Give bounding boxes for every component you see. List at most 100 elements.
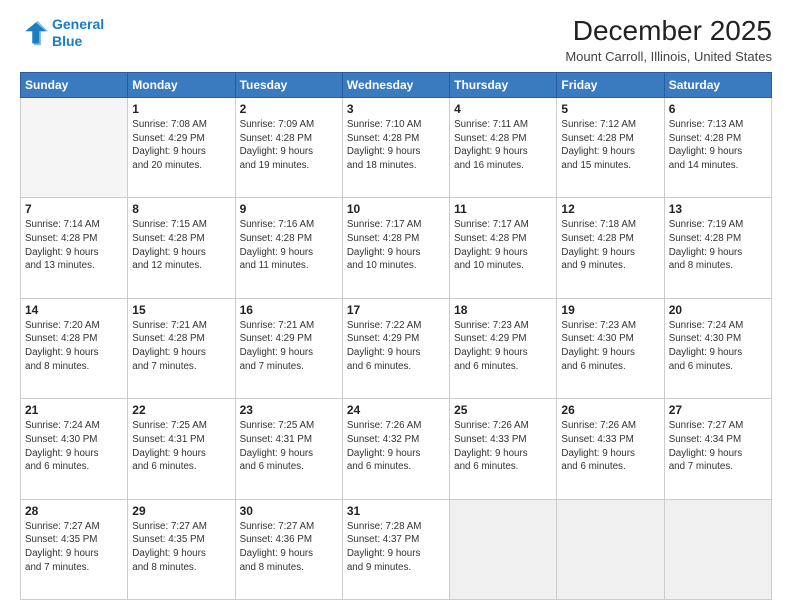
day-number: 30 bbox=[240, 504, 338, 518]
calendar-cell: 18Sunrise: 7:23 AMSunset: 4:29 PMDayligh… bbox=[450, 298, 557, 398]
calendar-cell: 7 Sunrise: 7:14 AMSunset: 4:28 PMDaylight… bbox=[21, 198, 128, 298]
week-row-2: 7 Sunrise: 7:14 AMSunset: 4:28 PMDaylight… bbox=[21, 198, 772, 298]
day-info: Sunrise: 7:17 AMSunset: 4:28 PMDaylight:… bbox=[454, 218, 552, 273]
calendar-cell: 31 Sunrise: 7:28 AMSunset: 4:37 PMDayligh… bbox=[342, 499, 449, 599]
main-title: December 2025 bbox=[565, 16, 772, 47]
calendar-cell: 5Sunrise: 7:12 AMSunset: 4:28 PMDaylight… bbox=[557, 97, 664, 197]
calendar-cell: 14 Sunrise: 7:20 AMSunset: 4:28 PMDayligh… bbox=[21, 298, 128, 398]
day-info: Sunrise: 7:27 AMSunset: 4:34 PMDaylight:… bbox=[669, 419, 767, 474]
calendar-cell: 25Sunrise: 7:26 AMSunset: 4:33 PMDayligh… bbox=[450, 399, 557, 499]
day-info: Sunrise: 7:17 AMSunset: 4:28 PMDaylight:… bbox=[347, 218, 445, 273]
day-info: Sunrise: 7:23 AMSunset: 4:30 PMDaylight:… bbox=[561, 319, 659, 374]
calendar-cell: 6Sunrise: 7:13 AMSunset: 4:28 PMDaylight… bbox=[664, 97, 771, 197]
calendar-cell: 11 Sunrise: 7:17 AMSunset: 4:28 PMDayligh… bbox=[450, 198, 557, 298]
day-info: Sunrise: 7:27 AMSunset: 4:36 PMDaylight:… bbox=[240, 520, 338, 575]
day-number: 25 bbox=[454, 403, 552, 417]
col-tuesday: Tuesday bbox=[235, 72, 342, 97]
calendar-cell: 1 Sunrise: 7:08 AMSunset: 4:29 PMDaylight… bbox=[128, 97, 235, 197]
day-info: Sunrise: 7:25 AMSunset: 4:31 PMDaylight:… bbox=[240, 419, 338, 474]
day-info: Sunrise: 7:21 AMSunset: 4:28 PMDaylight:… bbox=[132, 319, 230, 374]
logo-text: General Blue bbox=[52, 16, 104, 50]
calendar-cell: 2Sunrise: 7:09 AMSunset: 4:28 PMDaylight… bbox=[235, 97, 342, 197]
calendar-cell: 15Sunrise: 7:21 AMSunset: 4:28 PMDayligh… bbox=[128, 298, 235, 398]
day-info: Sunrise: 7:27 AMSunset: 4:35 PMDaylight:… bbox=[132, 520, 230, 575]
day-number: 2 bbox=[240, 102, 338, 116]
day-info: Sunrise: 7:15 AMSunset: 4:28 PMDaylight:… bbox=[132, 218, 230, 273]
day-number: 23 bbox=[240, 403, 338, 417]
calendar-cell: 23 Sunrise: 7:25 AMSunset: 4:31 PMDayligh… bbox=[235, 399, 342, 499]
page: General Blue December 2025 Mount Carroll… bbox=[0, 0, 792, 612]
calendar-table: Sunday Monday Tuesday Wednesday Thursday… bbox=[20, 72, 772, 600]
calendar-cell: 13Sunrise: 7:19 AMSunset: 4:28 PMDayligh… bbox=[664, 198, 771, 298]
day-number: 24 bbox=[347, 403, 445, 417]
day-info: Sunrise: 7:27 AMSunset: 4:35 PMDaylight:… bbox=[25, 520, 123, 575]
day-info: Sunrise: 7:20 AMSunset: 4:28 PMDaylight:… bbox=[25, 319, 123, 374]
day-info: Sunrise: 7:26 AMSunset: 4:32 PMDaylight:… bbox=[347, 419, 445, 474]
day-info: Sunrise: 7:16 AMSunset: 4:28 PMDaylight:… bbox=[240, 218, 338, 273]
day-number: 10 bbox=[347, 202, 445, 216]
week-row-4: 21 Sunrise: 7:24 AMSunset: 4:30 PMDayligh… bbox=[21, 399, 772, 499]
day-number: 3 bbox=[347, 102, 445, 116]
week-row-3: 14 Sunrise: 7:20 AMSunset: 4:28 PMDayligh… bbox=[21, 298, 772, 398]
calendar-cell: 21 Sunrise: 7:24 AMSunset: 4:30 PMDayligh… bbox=[21, 399, 128, 499]
calendar-cell: 3 Sunrise: 7:10 AMSunset: 4:28 PMDaylight… bbox=[342, 97, 449, 197]
day-number: 19 bbox=[561, 303, 659, 317]
title-block: December 2025 Mount Carroll, Illinois, U… bbox=[565, 16, 772, 64]
day-info: Sunrise: 7:11 AMSunset: 4:28 PMDaylight:… bbox=[454, 118, 552, 173]
calendar-cell bbox=[664, 499, 771, 599]
col-wednesday: Wednesday bbox=[342, 72, 449, 97]
calendar-body: 1 Sunrise: 7:08 AMSunset: 4:29 PMDaylight… bbox=[21, 97, 772, 599]
day-number: 8 bbox=[132, 202, 230, 216]
calendar-cell: 19 Sunrise: 7:23 AMSunset: 4:30 PMDayligh… bbox=[557, 298, 664, 398]
col-saturday: Saturday bbox=[664, 72, 771, 97]
day-info: Sunrise: 7:10 AMSunset: 4:28 PMDaylight:… bbox=[347, 118, 445, 173]
week-row-1: 1 Sunrise: 7:08 AMSunset: 4:29 PMDaylight… bbox=[21, 97, 772, 197]
day-number: 9 bbox=[240, 202, 338, 216]
calendar-cell: 8 Sunrise: 7:15 AMSunset: 4:28 PMDaylight… bbox=[128, 198, 235, 298]
day-number: 14 bbox=[25, 303, 123, 317]
day-info: Sunrise: 7:23 AMSunset: 4:29 PMDaylight:… bbox=[454, 319, 552, 374]
col-thursday: Thursday bbox=[450, 72, 557, 97]
day-number: 11 bbox=[454, 202, 552, 216]
week-row-5: 28 Sunrise: 7:27 AMSunset: 4:35 PMDayligh… bbox=[21, 499, 772, 599]
logo-icon bbox=[20, 19, 48, 47]
day-number: 7 bbox=[25, 202, 123, 216]
day-number: 17 bbox=[347, 303, 445, 317]
calendar-cell: 29 Sunrise: 7:27 AMSunset: 4:35 PMDayligh… bbox=[128, 499, 235, 599]
col-monday: Monday bbox=[128, 72, 235, 97]
calendar-cell: 28 Sunrise: 7:27 AMSunset: 4:35 PMDayligh… bbox=[21, 499, 128, 599]
day-number: 20 bbox=[669, 303, 767, 317]
day-info: Sunrise: 7:28 AMSunset: 4:37 PMDaylight:… bbox=[347, 520, 445, 575]
calendar-cell: 27Sunrise: 7:27 AMSunset: 4:34 PMDayligh… bbox=[664, 399, 771, 499]
day-number: 4 bbox=[454, 102, 552, 116]
col-friday: Friday bbox=[557, 72, 664, 97]
day-info: Sunrise: 7:26 AMSunset: 4:33 PMDaylight:… bbox=[561, 419, 659, 474]
day-number: 12 bbox=[561, 202, 659, 216]
day-number: 1 bbox=[132, 102, 230, 116]
day-info: Sunrise: 7:21 AMSunset: 4:29 PMDaylight:… bbox=[240, 319, 338, 374]
day-info: Sunrise: 7:08 AMSunset: 4:29 PMDaylight:… bbox=[132, 118, 230, 173]
calendar-cell: 12Sunrise: 7:18 AMSunset: 4:28 PMDayligh… bbox=[557, 198, 664, 298]
calendar-cell: 20Sunrise: 7:24 AMSunset: 4:30 PMDayligh… bbox=[664, 298, 771, 398]
subtitle: Mount Carroll, Illinois, United States bbox=[565, 49, 772, 64]
logo-line2: Blue bbox=[52, 33, 82, 49]
calendar-cell: 9 Sunrise: 7:16 AMSunset: 4:28 PMDaylight… bbox=[235, 198, 342, 298]
calendar-cell: 24 Sunrise: 7:26 AMSunset: 4:32 PMDayligh… bbox=[342, 399, 449, 499]
calendar-cell: 26Sunrise: 7:26 AMSunset: 4:33 PMDayligh… bbox=[557, 399, 664, 499]
calendar-cell bbox=[450, 499, 557, 599]
day-info: Sunrise: 7:24 AMSunset: 4:30 PMDaylight:… bbox=[25, 419, 123, 474]
calendar-cell: 30 Sunrise: 7:27 AMSunset: 4:36 PMDayligh… bbox=[235, 499, 342, 599]
day-info: Sunrise: 7:12 AMSunset: 4:28 PMDaylight:… bbox=[561, 118, 659, 173]
day-number: 28 bbox=[25, 504, 123, 518]
day-number: 29 bbox=[132, 504, 230, 518]
day-info: Sunrise: 7:14 AMSunset: 4:28 PMDaylight:… bbox=[25, 218, 123, 273]
day-info: Sunrise: 7:25 AMSunset: 4:31 PMDaylight:… bbox=[132, 419, 230, 474]
day-number: 31 bbox=[347, 504, 445, 518]
day-number: 21 bbox=[25, 403, 123, 417]
day-info: Sunrise: 7:22 AMSunset: 4:29 PMDaylight:… bbox=[347, 319, 445, 374]
logo-line1: General bbox=[52, 16, 104, 32]
logo: General Blue bbox=[20, 16, 104, 50]
calendar-cell bbox=[557, 499, 664, 599]
calendar-cell: 10 Sunrise: 7:17 AMSunset: 4:28 PMDayligh… bbox=[342, 198, 449, 298]
col-sunday: Sunday bbox=[21, 72, 128, 97]
